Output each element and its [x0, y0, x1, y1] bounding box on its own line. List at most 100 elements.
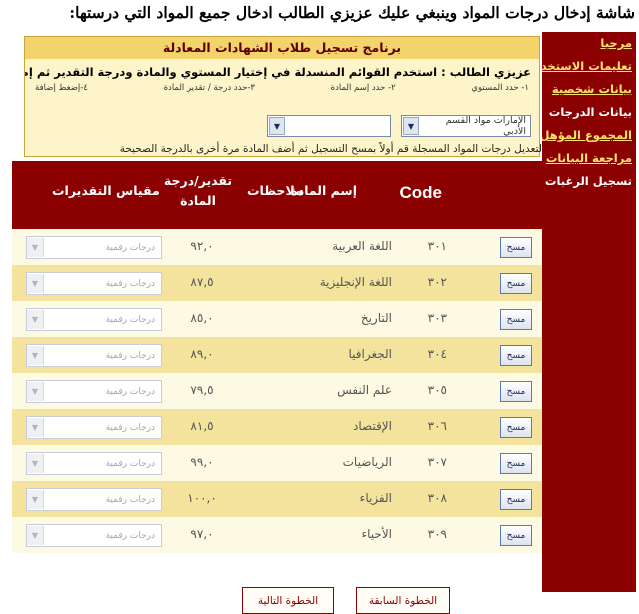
sidebar-item-grades-data[interactable]: بيانات الدرجات: [542, 101, 636, 124]
grades-table-header: Code إسم المادة ملاحظات تقدير/درجة الماد…: [12, 161, 542, 229]
delete-button[interactable]: مسح: [500, 381, 532, 402]
chevron-down-icon[interactable]: ▼: [269, 117, 285, 135]
scale-select[interactable]: درجات رقمية ▼: [26, 524, 162, 547]
delete-button[interactable]: مسح: [500, 309, 532, 330]
table-row: مسح ٣٠٤ الجغرافيا ٨٩,٠ درجات رقمية ▼: [12, 337, 542, 373]
header-code: Code: [399, 183, 443, 202]
table-row: مسح ٣٠١ اللغة العربية ٩٢,٠ درجات رقمية ▼: [12, 229, 542, 265]
edit-hint: لتعديل درجات المواد المسجلة قم أولاً بمس…: [119, 143, 542, 155]
table-row: مسح ٣٠٨ الفزياء ١٠٠,٠ درجات رقمية ▼: [12, 481, 542, 517]
entry-form: برنامج تسجيل طلاب الشهادات المعادلة عزيز…: [24, 36, 540, 157]
chevron-down-icon[interactable]: ▼: [27, 274, 44, 293]
header-grade: تقدير/درجة المادة: [163, 173, 233, 208]
delete-button[interactable]: مسح: [500, 525, 532, 546]
table-row: مسح ٣٠٩ الأحياء ٩٧,٠ درجات رقمية ▼: [12, 517, 542, 553]
table-row: مسح ٣٠٢ اللغة الإنجليزية ٨٧,٥ درجات رقمي…: [12, 265, 542, 301]
row-grade: ١٠٠,٠: [187, 491, 217, 505]
chevron-down-icon[interactable]: ▼: [27, 526, 44, 545]
main-content: برنامج تسجيل طلاب الشهادات المعادلة عزيز…: [4, 32, 542, 614]
row-subject: الرياضيات: [342, 455, 392, 469]
previous-step-button[interactable]: الخطوة السابقة: [356, 587, 450, 614]
scale-select-value: درجات رقمية: [105, 494, 155, 505]
scale-select[interactable]: درجات رقمية ▼: [26, 236, 162, 259]
row-grade: ٧٩,٥: [190, 383, 214, 397]
scale-select-value: درجات رقمية: [105, 530, 155, 541]
chevron-down-icon[interactable]: ▼: [27, 310, 44, 329]
sidebar-item-instructions[interactable]: تعليمات الاستخدام: [542, 55, 636, 78]
table-row: مسح ٣٠٦ الإقتصاد ٨١,٥ درجات رقمية ▼: [12, 409, 542, 445]
row-grade: ٨٧,٥: [190, 275, 214, 289]
row-code: ٣٠٧: [427, 455, 447, 469]
delete-button[interactable]: مسح: [500, 345, 532, 366]
chevron-down-icon[interactable]: ▼: [27, 238, 44, 257]
row-subject: الفزياء: [359, 491, 392, 505]
row-subject: التاريخ: [360, 311, 392, 325]
delete-button[interactable]: مسح: [500, 273, 532, 294]
scale-select[interactable]: درجات رقمية ▼: [26, 488, 162, 511]
form-selects: الإمارات مواد القسم الأدبي ▼ ▼: [267, 115, 531, 137]
sidebar-item-personal-data[interactable]: بيانات شخصية: [542, 78, 636, 101]
step-4-label: ٤-إضغط إضافة: [35, 83, 88, 93]
row-subject: الأحياء: [361, 527, 392, 541]
scale-select[interactable]: درجات رقمية ▼: [26, 308, 162, 331]
scale-select-value: درجات رقمية: [105, 350, 155, 361]
table-row: مسح ٣٠٧ الرياضيات ٩٩,٠ درجات رقمية ▼: [12, 445, 542, 481]
chevron-down-icon[interactable]: ▼: [27, 490, 44, 509]
header-scale: مقياس التقديرات: [52, 183, 160, 198]
row-grade: ٨١,٥: [190, 419, 214, 433]
row-code: ٣٠٥: [427, 383, 447, 397]
grades-table-body: مسح ٣٠١ اللغة العربية ٩٢,٠ درجات رقمية ▼ …: [12, 229, 542, 553]
sidebar-item-welcome[interactable]: مرحبا: [542, 32, 636, 55]
level-select-value: الإمارات مواد القسم الأدبي: [445, 115, 526, 137]
scale-select-value: درجات رقمية: [105, 458, 155, 469]
table-row: مسح ٣٠٣ التاريخ ٨٥,٠ درجات رقمية ▼: [12, 301, 542, 337]
row-subject: الجغرافيا: [348, 347, 393, 361]
scale-select-value: درجات رقمية: [105, 314, 155, 325]
level-select[interactable]: الإمارات مواد القسم الأدبي ▼: [401, 115, 531, 137]
sidebar-nav: مرحبا تعليمات الاستخدام بيانات شخصية بيا…: [542, 32, 636, 592]
delete-button[interactable]: مسح: [500, 417, 532, 438]
table-row: مسح ٣٠٥ علم النفس ٧٩,٥ درجات رقمية ▼: [12, 373, 542, 409]
scale-select-value: درجات رقمية: [105, 422, 155, 433]
row-code: ٣٠٤: [427, 347, 447, 361]
step-2-label: ٢- حدد إسم المادة: [330, 83, 396, 93]
row-subject: اللغة العربية: [332, 239, 392, 253]
sidebar-item-register-preferences[interactable]: تسجيل الرغبات: [542, 170, 636, 193]
scale-select-value: درجات رقمية: [105, 386, 155, 397]
row-subject: الإقتصاد: [353, 419, 392, 433]
chevron-down-icon[interactable]: ▼: [27, 382, 44, 401]
step-3-label: ٣-حدد درجة / تقدير المادة: [163, 83, 255, 93]
row-grade: ٩٢,٠: [190, 239, 214, 253]
form-steps: ١- حدد المستوي ٢- حدد إسم المادة ٣-حدد د…: [25, 81, 539, 95]
chevron-down-icon[interactable]: ▼: [27, 346, 44, 365]
delete-button[interactable]: مسح: [500, 237, 532, 258]
delete-button[interactable]: مسح: [500, 453, 532, 474]
chevron-down-icon[interactable]: ▼: [27, 454, 44, 473]
scale-select-value: درجات رقمية: [105, 242, 155, 253]
row-grade: ٩٩,٠: [190, 455, 214, 469]
chevron-down-icon[interactable]: ▼: [27, 418, 44, 437]
row-subject: اللغة الإنجليزية: [319, 275, 392, 289]
row-code: ٣٠٢: [427, 275, 447, 289]
delete-button[interactable]: مسح: [500, 489, 532, 510]
chevron-down-icon[interactable]: ▼: [403, 117, 419, 135]
row-code: ٣٠١: [427, 239, 447, 253]
scale-select[interactable]: درجات رقمية ▼: [26, 452, 162, 475]
step-1-label: ١- حدد المستوي: [471, 83, 529, 93]
next-step-button[interactable]: الخطوة التالية: [242, 587, 334, 614]
row-code: ٣٠٦: [427, 419, 447, 433]
row-code: ٣٠٩: [427, 527, 447, 541]
row-code: ٣٠٨: [427, 491, 447, 505]
subject-select[interactable]: ▼: [267, 115, 391, 137]
scale-select[interactable]: درجات رقمية ▼: [26, 416, 162, 439]
header-notes: ملاحظات: [247, 183, 303, 198]
scale-select[interactable]: درجات رقمية ▼: [26, 344, 162, 367]
row-grade: ٨٩,٠: [190, 347, 214, 361]
sidebar-item-review-data[interactable]: مراجعة البيانات: [542, 147, 636, 170]
scale-select[interactable]: درجات رقمية ▼: [26, 272, 162, 295]
form-title: برنامج تسجيل طلاب الشهادات المعادلة: [25, 37, 539, 59]
sidebar-item-qualifying-total[interactable]: المجموع المؤهل: [542, 124, 636, 147]
scale-select[interactable]: درجات رقمية ▼: [26, 380, 162, 403]
row-subject: علم النفس: [337, 383, 392, 397]
row-code: ٣٠٣: [427, 311, 447, 325]
